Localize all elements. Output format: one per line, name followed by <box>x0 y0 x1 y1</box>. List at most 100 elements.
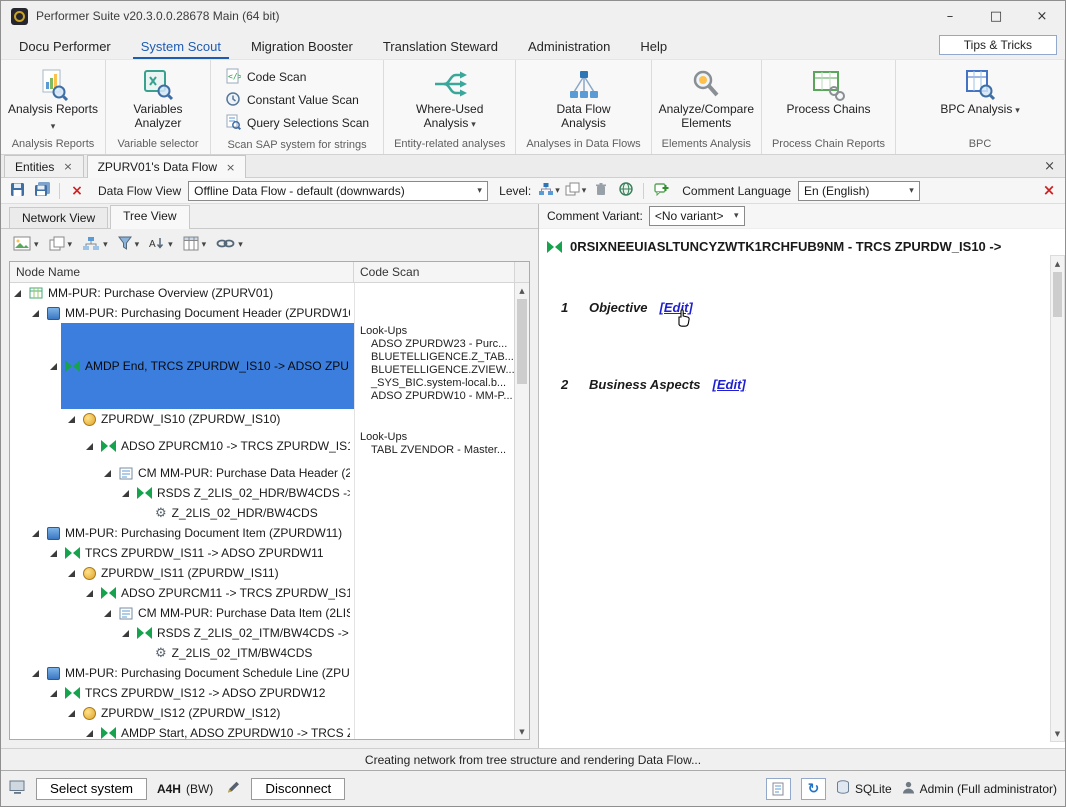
constant-value-scan-button[interactable]: Constant Value Scan <box>219 89 365 111</box>
layout-dropdown[interactable]: ▾ <box>565 181 587 201</box>
report-button[interactable] <box>766 778 791 800</box>
column-node-name[interactable]: Node Name <box>10 262 354 282</box>
tree-row[interactable]: AMDP Start, ADSO ZPURDW10 -> TRCS ZPURDW… <box>10 723 514 739</box>
doc-tab-entities[interactable]: Entities× <box>4 155 84 177</box>
scroll-up-icon[interactable]: ▲ <box>1051 256 1064 271</box>
expander-icon[interactable] <box>68 710 75 717</box>
expander-icon[interactable] <box>122 630 129 637</box>
tree-row[interactable]: ZPURDW_IS11 (ZPURDW_IS11) <box>10 563 514 583</box>
close-icon[interactable]: × <box>63 160 72 173</box>
tree-row[interactable]: MM-PUR: Purchasing Document Item (ZPURDW… <box>10 523 514 543</box>
link-dropdown[interactable]: ▾ <box>216 237 243 253</box>
filter-dropdown[interactable]: ▾ <box>118 236 140 254</box>
minimize-button[interactable]: – <box>927 1 973 31</box>
where-used-analysis-button[interactable]: Where-Used Analysis ▾ <box>400 64 500 134</box>
expander-icon[interactable] <box>14 290 21 297</box>
scroll-up-icon[interactable]: ▲ <box>515 283 529 298</box>
tree-row[interactable]: CM MM-PUR: Purchase Data Header (2L <box>10 463 514 483</box>
tree-scrollbar[interactable]: ▲ ▼ <box>514 283 529 739</box>
ribbon-tab-translation-steward[interactable]: Translation Steward <box>375 35 506 59</box>
scroll-track[interactable] <box>1051 271 1064 726</box>
scroll-track[interactable] <box>515 298 529 724</box>
comment-variant-select[interactable]: <No variant> ▾ <box>649 206 745 226</box>
analyze-compare-elements-button[interactable]: Analyze/Compare Elements <box>656 64 756 132</box>
expander-icon[interactable] <box>86 443 93 450</box>
comment-language-select[interactable]: En (English) ▾ <box>798 181 920 201</box>
edit-system-icon[interactable] <box>226 780 241 797</box>
ribbon-tab-help[interactable]: Help <box>632 35 675 59</box>
ribbon-tab-system-scout[interactable]: System Scout <box>133 35 229 59</box>
variables-analyzer-button[interactable]: Variables Analyzer <box>108 64 208 132</box>
close-comments-button[interactable]: × <box>1039 181 1059 201</box>
data-flow-analysis-button[interactable]: Data Flow Analysis <box>534 64 634 132</box>
hierarchy-dropdown[interactable]: ▾ <box>82 236 108 254</box>
code-scan-button[interactable]: </>Code Scan <box>219 66 312 88</box>
tab-network-view[interactable]: Network View <box>9 207 108 228</box>
history-button[interactable] <box>616 181 636 201</box>
expander-icon[interactable] <box>122 490 129 497</box>
expander-icon[interactable] <box>50 690 57 697</box>
add-comment-language-button[interactable] <box>651 181 671 201</box>
document-scrollbar[interactable]: ▲ ▼ <box>1050 255 1065 742</box>
tree-row[interactable]: MM-PUR: Purchasing Document Header (ZPUR… <box>10 303 514 323</box>
tree-row[interactable]: ⚙Z_2LIS_02_HDR/BW4CDS <box>10 503 514 523</box>
export-image-dropdown[interactable]: ▾ <box>13 236 39 254</box>
tree-row[interactable]: ZPURDW_IS12 (ZPURDW_IS12) <box>10 703 514 723</box>
scroll-thumb[interactable] <box>1053 272 1062 317</box>
tree-row[interactable]: TRCS ZPURDW_IS11 -> ADSO ZPURDW11 <box>10 543 514 563</box>
scroll-thumb[interactable] <box>517 299 527 384</box>
expander-icon[interactable] <box>50 363 57 370</box>
scroll-down-icon[interactable]: ▼ <box>1051 726 1064 741</box>
discard-changes-button[interactable]: × <box>67 181 87 201</box>
data-flow-view-select[interactable]: Offline Data Flow - default (downwards) … <box>188 181 488 201</box>
ribbon-tab-docu-performer[interactable]: Docu Performer <box>11 35 119 59</box>
columns-dropdown[interactable]: ▾ <box>183 236 207 254</box>
ribbon-tab-administration[interactable]: Administration <box>520 35 618 59</box>
tree-row[interactable]: ⚙Z_2LIS_02_ITM/BW4CDS <box>10 643 514 663</box>
save-all-button[interactable] <box>32 181 52 201</box>
tree-row[interactable]: AMDP End, TRCS ZPURDW_IS10 -> ADSO ZPURD… <box>10 323 514 409</box>
tabstrip-close-icon[interactable]: × <box>1044 159 1055 174</box>
doc-tab-zpurv01-s-data-flow[interactable]: ZPURV01's Data Flow× <box>87 155 247 178</box>
ribbon-tab-migration-booster[interactable]: Migration Booster <box>243 35 361 59</box>
query-selections-scan-button[interactable]: Query Selections Scan <box>219 112 375 134</box>
save-button[interactable] <box>7 181 27 201</box>
sort-dropdown[interactable]: A▾ <box>149 236 173 254</box>
tree-row[interactable]: RSDS Z_2LIS_02_ITM/BW4CDS -> A <box>10 623 514 643</box>
delete-button[interactable] <box>591 181 611 201</box>
expander-icon[interactable] <box>32 310 39 317</box>
expander-icon[interactable] <box>32 670 39 677</box>
expander-icon[interactable] <box>68 416 75 423</box>
tree-row[interactable]: ZPURDW_IS10 (ZPURDW_IS10) <box>10 409 514 429</box>
tree-row[interactable]: CM MM-PUR: Purchase Data Item (2LIS <box>10 603 514 623</box>
close-icon[interactable]: × <box>226 161 235 174</box>
copy-dropdown[interactable]: ▾ <box>49 236 73 254</box>
expander-icon[interactable] <box>104 470 111 477</box>
column-code-scan[interactable]: Code Scan <box>354 262 514 282</box>
tab-tree-view[interactable]: Tree View <box>110 205 189 229</box>
process-chains-button[interactable]: Process Chains <box>782 64 874 118</box>
expander-icon[interactable] <box>104 610 111 617</box>
maximize-button[interactable]: □ <box>973 1 1019 31</box>
refresh-button[interactable]: ↻ <box>801 778 826 800</box>
tree-row[interactable]: MM-PUR: Purchasing Document Schedule Lin… <box>10 663 514 683</box>
expander-icon[interactable] <box>32 530 39 537</box>
scroll-down-icon[interactable]: ▼ <box>515 724 529 739</box>
expander-icon[interactable] <box>86 730 93 737</box>
tree-row[interactable]: RSDS Z_2LIS_02_HDR/BW4CDS -> A <box>10 483 514 503</box>
select-system-button[interactable]: Select system <box>36 778 147 800</box>
close-button[interactable]: × <box>1019 1 1065 31</box>
tree-row[interactable]: ADSO ZPURCM10 -> TRCS ZPURDW_IS10Look-Up… <box>10 429 514 463</box>
expander-icon[interactable] <box>50 550 57 557</box>
expander-icon[interactable] <box>86 590 93 597</box>
tree-row[interactable]: MM-PUR: Purchase Overview (ZPURV01) <box>10 283 514 303</box>
tree-row[interactable]: TRCS ZPURDW_IS12 -> ADSO ZPURDW12 <box>10 683 514 703</box>
tree-row[interactable]: ADSO ZPURCM11 -> TRCS ZPURDW_IS11 <box>10 583 514 603</box>
analysis-reports-button[interactable]: Analysis Reports ▾ <box>3 64 103 136</box>
expander-icon[interactable] <box>68 570 75 577</box>
flow-level-dropdown[interactable]: ▾ <box>538 181 560 201</box>
disconnect-button[interactable]: Disconnect <box>251 778 345 800</box>
edit-link[interactable]: [Edit] <box>713 377 746 392</box>
tips-tricks-button[interactable]: Tips & Tricks <box>939 35 1057 55</box>
bpc-analysis-button[interactable]: BPC Analysis ▾ <box>936 64 1023 120</box>
